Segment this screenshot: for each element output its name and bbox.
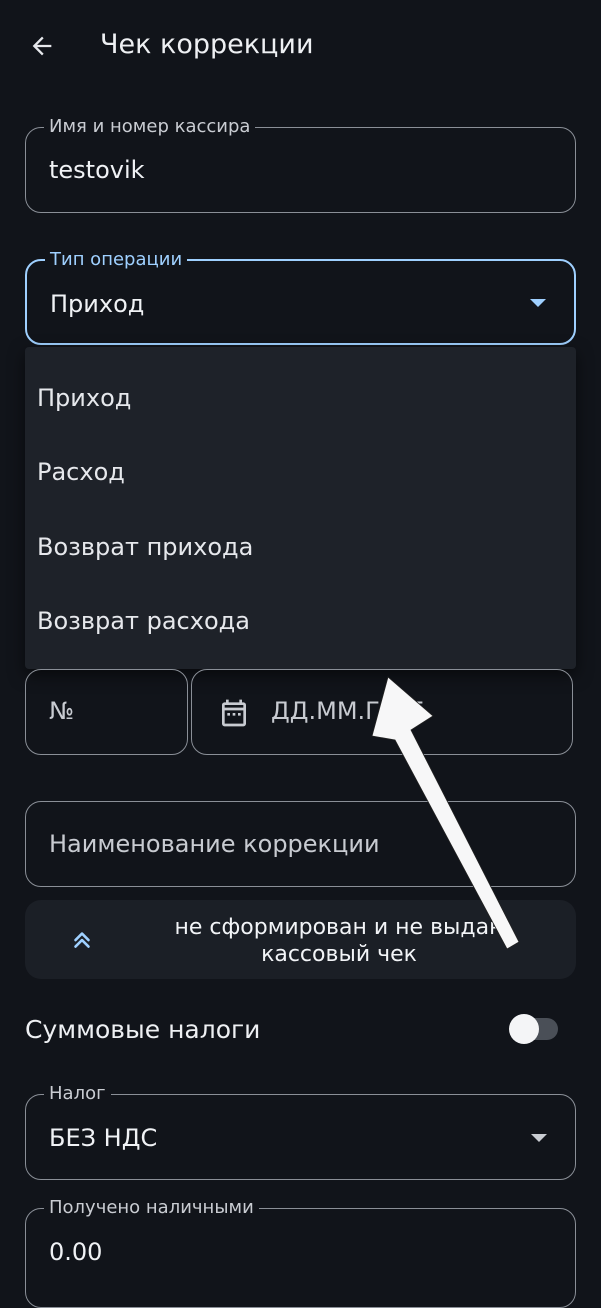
back-button[interactable] (18, 22, 66, 70)
document-date-field[interactable]: ДД.ММ.ГГГГ (191, 669, 573, 755)
correction-reason-banner[interactable]: не сформирован и не выдан кассовый чек (25, 900, 576, 979)
operation-type-value: Приход (50, 290, 145, 318)
sum-taxes-label: Суммовые налоги (25, 1015, 261, 1044)
page-title: Чек коррекции (100, 29, 314, 60)
correction-name-field[interactable]: Наименование коррекции (25, 801, 576, 887)
document-date-placeholder: ДД.ММ.ГГГГ (271, 697, 424, 725)
double-chevron-up-icon (74, 932, 90, 948)
menu-item-income-return[interactable]: Возврат прихода (37, 531, 557, 563)
cashier-field-value: testovik (49, 156, 145, 184)
tax-select[interactable]: Налог БЕЗ НДС (25, 1082, 576, 1180)
cash-received-field[interactable]: Получено наличными 0.00 (25, 1196, 576, 1308)
sum-taxes-switch-thumb[interactable] (509, 1014, 539, 1044)
calendar-icon[interactable] (218, 697, 250, 729)
cash-received-label: Получено наличными (44, 1196, 259, 1220)
tax-select-label: Налог (44, 1082, 111, 1106)
arrow-back-icon (32, 36, 52, 56)
cashier-field-label: Имя и номер кассира (44, 115, 256, 139)
menu-item-expense-return[interactable]: Возврат расхода (37, 605, 557, 637)
tax-select-value: БЕЗ НДС (49, 1124, 158, 1152)
operation-type-select[interactable]: Тип операции Приход (25, 248, 576, 345)
document-number-field[interactable]: № (25, 669, 188, 755)
menu-item-income[interactable]: Приход (37, 382, 557, 414)
cashier-field[interactable]: Имя и номер кассира testovik (25, 115, 576, 213)
dropdown-arrow-icon (531, 1134, 547, 1142)
operation-type-label: Тип операции (45, 248, 188, 272)
banner-text: не сформирован и не выдан кассовый чек (174, 915, 504, 967)
cash-received-value: 0.00 (49, 1238, 103, 1266)
dropdown-arrow-icon (530, 299, 546, 307)
correction-name-placeholder: Наименование коррекции (49, 830, 380, 858)
menu-item-expense[interactable]: Расход (37, 456, 557, 488)
operation-type-menu: Приход Расход Возврат прихода Возврат ра… (25, 347, 576, 669)
document-number-placeholder: № (49, 697, 74, 725)
